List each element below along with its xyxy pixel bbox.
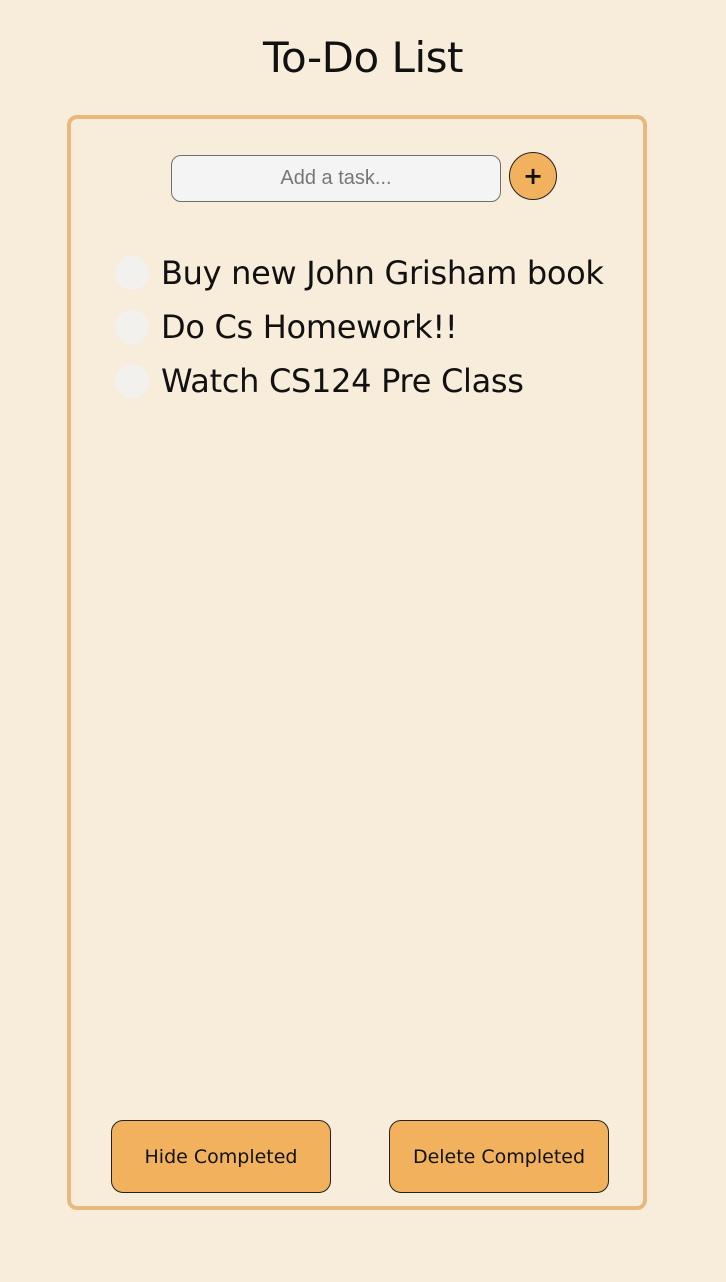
task-checkbox[interactable]	[115, 256, 149, 290]
page-title: To-Do List	[263, 33, 463, 82]
task-checkbox[interactable]	[115, 364, 149, 398]
task-input[interactable]	[171, 155, 501, 202]
delete-completed-button[interactable]: Delete Completed	[389, 1120, 609, 1193]
task-item: Watch CS124 Pre Class	[115, 354, 604, 408]
task-list: Buy new John Grisham book Do Cs Homework…	[115, 246, 604, 408]
add-task-button[interactable]: +	[509, 152, 557, 200]
task-text[interactable]: Do Cs Homework!!	[161, 308, 458, 346]
task-text[interactable]: Watch CS124 Pre Class	[161, 362, 524, 400]
task-item: Buy new John Grisham book	[115, 246, 604, 300]
hide-completed-button[interactable]: Hide Completed	[111, 1120, 331, 1193]
task-item: Do Cs Homework!!	[115, 300, 604, 354]
task-text[interactable]: Buy new John Grisham book	[161, 254, 604, 292]
task-checkbox[interactable]	[115, 310, 149, 344]
todo-card: + Buy new John Grisham book Do Cs Homewo…	[67, 115, 647, 1210]
